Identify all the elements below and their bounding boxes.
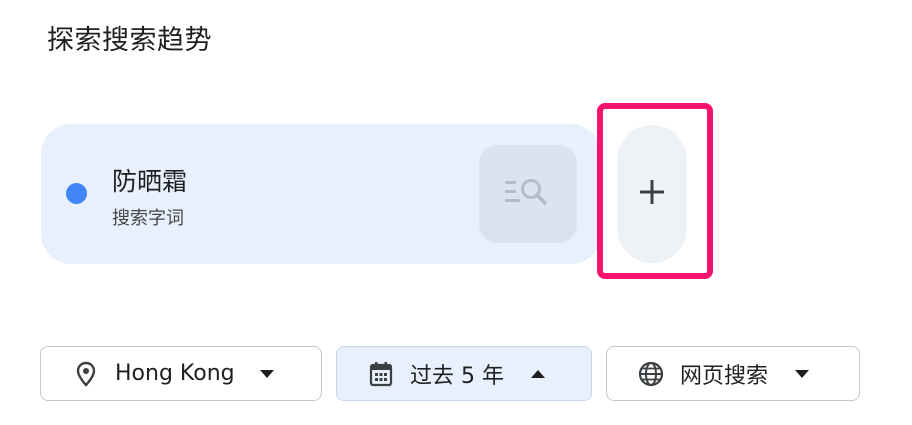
search-type-filter-label: 网页搜索 (680, 363, 769, 389)
term-search-button[interactable] (479, 145, 577, 243)
search-term-name: 防晒霜 (112, 167, 188, 196)
search-term-type: 搜索字词 (112, 208, 184, 229)
location-pin-icon (73, 361, 99, 387)
caret-up-icon (530, 366, 546, 382)
series-color-dot (66, 183, 87, 204)
location-filter-label: Hong Kong (115, 361, 235, 386)
search-type-filter[interactable]: 网页搜索 (606, 346, 860, 401)
manage-search-icon (504, 175, 552, 213)
caret-down-icon (794, 366, 810, 382)
time-range-filter-label: 过去 5 年 (410, 363, 504, 389)
add-comparison-button[interactable] (617, 125, 687, 263)
globe-icon (638, 361, 664, 387)
caret-down-icon (259, 366, 275, 382)
page-title: 探索搜索趋势 (47, 25, 212, 56)
plus-icon (639, 179, 665, 209)
location-filter[interactable]: Hong Kong (40, 346, 322, 401)
explore-trends-panel: 探索搜索趋势 防晒霜 搜索字词 Hong Kong 过去 5 年 网页搜索 (0, 0, 912, 425)
search-term-card[interactable]: 防晒霜 搜索字词 (41, 124, 601, 264)
calendar-icon (368, 361, 394, 387)
time-range-filter[interactable]: 过去 5 年 (336, 346, 592, 401)
